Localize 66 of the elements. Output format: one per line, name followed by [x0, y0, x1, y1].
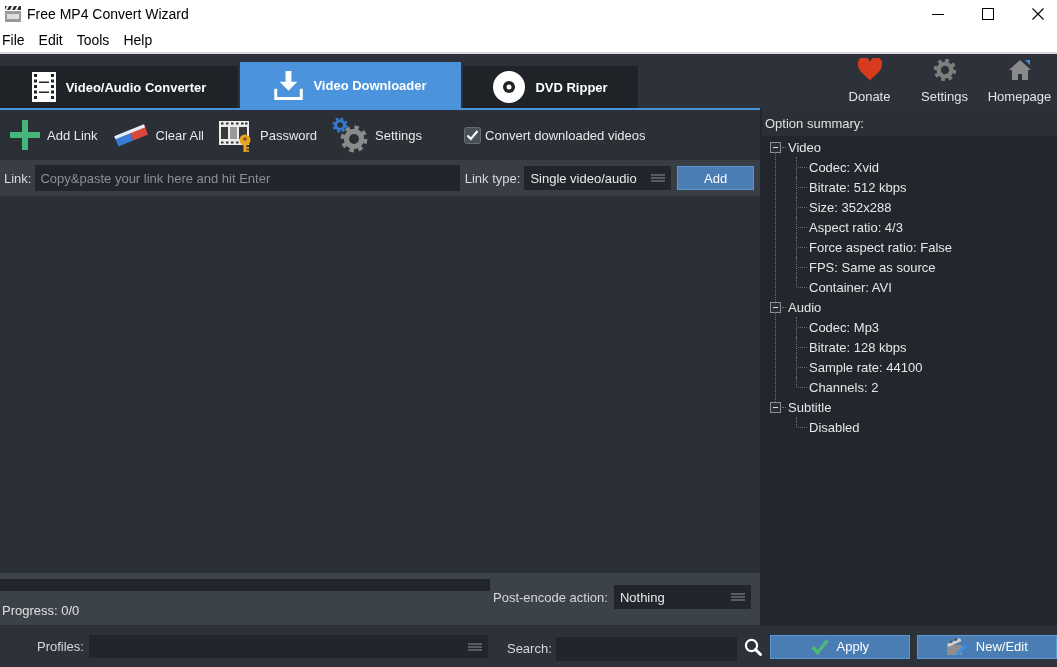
option-summary-title: Option summary: — [765, 115, 864, 131]
disc-icon — [493, 71, 526, 103]
tree-item-label: Codec: Xvid — [809, 159, 880, 175]
toolbar-action-button[interactable]: Homepage — [982, 54, 1057, 108]
tree-item-label: Force aspect ratio: False — [809, 239, 953, 255]
menu-item[interactable]: Edit — [38, 32, 63, 48]
checkbox-label[interactable]: Convert downloaded videos — [485, 127, 646, 143]
menu-item[interactable]: Help — [123, 32, 153, 48]
heart-icon — [857, 58, 882, 82]
house-icon — [1007, 58, 1032, 82]
hamburger-icon — [730, 593, 745, 601]
menu-item[interactable]: File — [2, 32, 25, 48]
link-field[interactable]: Copy&paste your link here and hit Enter — [35, 165, 460, 191]
hamburger-icon — [651, 174, 666, 182]
link-type-label: Link type: — [464, 170, 521, 186]
action-button[interactable]: New/Edit — [916, 634, 1057, 659]
post-encode-label: Post-encode action: — [493, 589, 608, 605]
tree-item-label: Container: AVI — [809, 279, 892, 295]
tree-group-label[interactable]: Video — [788, 139, 821, 155]
toolbar-button[interactable]: Settings — [332, 117, 423, 153]
menu-item[interactable]: Tools — [76, 32, 110, 48]
window-title: Free MP4 Convert Wizard — [27, 6, 189, 22]
tree-item-label: Size: 352x288 — [809, 199, 892, 215]
checkmark-icon — [810, 638, 829, 655]
post-encode-dropdown[interactable]: Nothing — [613, 585, 751, 609]
collapse-icon[interactable] — [770, 301, 781, 313]
profiles-label: Profiles: — [37, 639, 84, 654]
action-button[interactable]: Apply — [769, 634, 910, 659]
tree-item-label: Bitrate: 512 kbps — [809, 179, 907, 195]
progress-text: Progress: 0/0 — [1, 603, 81, 618]
toolbar-button[interactable]: Password — [219, 118, 318, 152]
search-label: Search: — [506, 641, 552, 656]
tab[interactable]: Video/Audio Converter — [0, 66, 238, 108]
toolbar-button[interactable]: Add Link — [10, 120, 98, 150]
toolbar-action-button[interactable]: Donate — [832, 54, 907, 108]
tree-group-label[interactable]: Subtitle — [788, 399, 832, 415]
download-icon — [274, 70, 304, 100]
collapse-icon[interactable] — [770, 401, 781, 413]
toolbar-action-button[interactable]: Settings — [907, 54, 982, 108]
checkbox[interactable] — [464, 126, 482, 144]
maximize-icon[interactable] — [982, 8, 994, 20]
search-icon[interactable] — [743, 637, 762, 656]
toolbar-button[interactable]: Clear All — [112, 122, 204, 148]
clapperboard-icon — [4, 5, 22, 23]
film-strip-icon — [31, 72, 56, 102]
add-button[interactable]: Add — [677, 166, 754, 190]
link-label: Link: — [4, 170, 32, 186]
tree-item-label: Aspect ratio: 4/3 — [809, 219, 903, 235]
plus-icon — [10, 120, 40, 150]
tree-item-label: Channels: 2 — [809, 379, 879, 395]
tree-group-label[interactable]: Audio — [788, 299, 822, 315]
tree-item-label: Sample rate: 44100 — [809, 359, 923, 375]
film-key-icon — [219, 118, 253, 152]
gears-icon — [332, 117, 369, 153]
collapse-icon[interactable] — [770, 141, 781, 153]
tree-item-label: Disabled — [809, 419, 860, 435]
settings-icon — [932, 58, 957, 82]
clapperboard-pencil-icon — [945, 636, 968, 657]
tree-item-label: Bitrate: 128 kbps — [809, 339, 907, 355]
eraser-icon — [112, 122, 149, 148]
close-icon[interactable] — [1032, 8, 1044, 20]
hamburger-icon — [467, 642, 482, 651]
tab[interactable]: DVD Ripper — [463, 66, 638, 108]
tree-item-label: Codec: Mp3 — [809, 319, 880, 335]
link-type-dropdown[interactable]: Single video/audio — [524, 166, 672, 190]
tree-item-label: FPS: Same as source — [809, 259, 936, 275]
